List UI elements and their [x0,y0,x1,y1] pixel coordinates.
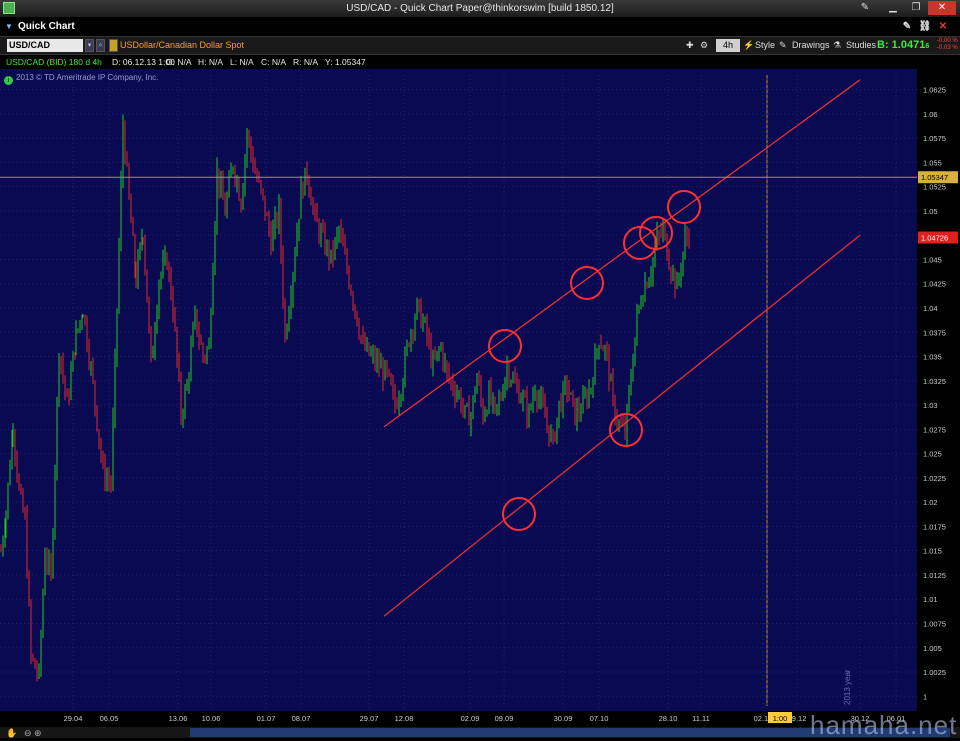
symbol-dropdown-icon[interactable]: ▾ [85,39,94,52]
drawings-icon[interactable]: ✎ [779,39,787,53]
app-header: ▼ Quick Chart ✎ ⛓ ✕ [0,17,960,37]
price-tick-label: 1.0125 [923,571,946,580]
window-title-bar: USD/CAD - Quick Chart Paper@thinkorswim … [0,0,960,17]
minimize-icon[interactable]: ▁ [883,1,903,15]
price-tick-label: 1.0625 [923,86,946,95]
crosshair-price-label: 1.05347 [921,173,948,182]
time-tick-label: 09.09 [495,714,514,723]
bid-price: B: 1.04716 [877,38,929,54]
price-tick-label: 1.0425 [923,280,946,289]
symbol-description: USDollar/Canadian Dollar Spot [120,40,245,50]
info-y: Y: 1.05347 [325,57,366,67]
price-tick-label: 1.04 [923,304,938,313]
time-tick-label: 08.07 [292,714,311,723]
price-tick-label: 1 [923,692,927,701]
studies-menu-label[interactable]: Studies [846,39,876,53]
price-chart[interactable]: 2013 year 1.06251.061.05751.0551.05251.0… [0,69,960,738]
net-change-1: -0.00 % [937,38,958,44]
last-price-label: 1.04726 [921,234,948,243]
time-tick-label: 28.10 [659,714,678,723]
price-tick-label: 1.055 [923,158,942,167]
watermark: hamaha.net [810,710,958,740]
info-low: L: N/A [230,57,254,67]
price-tick-label: 1.0525 [923,183,946,192]
symbol-lookup-icon[interactable]: ⌕ [96,39,105,52]
time-tick-label: 06.05 [100,714,119,723]
study-label[interactable]: USD/CAD (BID) 180 d 4h [6,55,102,69]
bid-price-value: B: 1.0471 [877,39,926,51]
year-marker-label: 2013 year [843,669,852,705]
drag-hand-icon[interactable]: ✋ [6,727,17,738]
crosshair-tool-icon[interactable]: ✚ [686,39,694,53]
time-tick-label: 29.07 [360,714,379,723]
copyright-notice: i 2013 © TD Ameritrade IP Company, Inc. [4,73,158,85]
time-tick-label: 07.10 [590,714,609,723]
crosshair-time-label: 1:00 [773,714,788,723]
info-range: R: N/A [293,57,319,67]
time-tick-label: 29.04 [64,714,83,723]
chart-toolbar: USD/CAD ▾ ⌕ USDollar/Canadian Dollar Spo… [0,37,960,55]
time-tick-label: 01.07 [257,714,276,723]
price-tick-label: 1.015 [923,547,942,556]
price-tick-label: 1.0575 [923,134,946,143]
style-icon[interactable]: ⚡ [743,39,754,53]
pin-icon[interactable]: ✎ [855,1,875,15]
time-tick-label: 12.08 [395,714,414,723]
link-icon[interactable]: ⛓ [918,20,932,33]
info-close: C: N/A [261,57,287,67]
symbol-info-icon[interactable] [109,39,118,52]
price-tick-label: 1.03 [923,401,938,410]
wrench-settings-icon[interactable]: ⚙ [700,39,708,53]
app-header-label: Quick Chart [18,21,75,32]
style-menu-label[interactable]: Style [755,39,775,53]
net-change: -0.00 % -0.03 % [937,38,958,52]
info-open: O: N/A [166,57,192,67]
price-tick-label: 1.0225 [923,474,946,483]
info-high: H: N/A [198,57,224,67]
time-tick-label: 10.06 [202,714,221,723]
price-tick-label: 1.025 [923,450,942,459]
restore-icon[interactable]: ❐ [906,1,926,15]
net-change-2: -0.03 % [937,45,958,51]
price-tick-label: 1.01 [923,595,938,604]
time-tick-label: 13.06 [169,714,188,723]
app-logo-icon [3,2,15,14]
price-tick-label: 1.0075 [923,619,946,628]
zoom-out-icon[interactable]: ⊖ [24,728,32,738]
price-tick-label: 1.0175 [923,522,946,531]
symbol-input[interactable]: USD/CAD [7,39,83,52]
close-icon[interactable]: ✕ [928,1,956,15]
drawings-menu-label[interactable]: Drawings [792,39,830,53]
price-tick-label: 1.0275 [923,425,946,434]
price-tick-label: 1.06 [923,110,938,119]
collapse-chevron-icon[interactable]: ▼ [5,17,13,37]
time-tick-label: 11.11 [692,714,710,723]
price-tick-label: 1.02 [923,498,938,507]
time-tick-label: 30.09 [554,714,573,723]
pin-button-icon[interactable]: ✎ [900,20,914,33]
price-tick-label: 1.0025 [923,668,946,677]
chart-info-bar: USD/CAD (BID) 180 d 4h D: 06.12.13 1:00 … [0,55,920,69]
price-tick-label: 1.05 [923,207,938,216]
timeframe-selector[interactable]: 4h [716,39,740,52]
studies-icon[interactable]: ⚗ [833,39,841,53]
price-tick-label: 1.0325 [923,377,946,386]
price-tick-label: 1.045 [923,255,942,264]
window-title: USD/CAD - Quick Chart Paper@thinkorswim … [346,3,614,14]
bid-price-suffix: 6 [925,43,930,50]
price-tick-label: 1.005 [923,644,942,653]
time-tick-label: 02.09 [461,714,480,723]
price-tick-label: 1.035 [923,353,942,362]
info-circle-icon[interactable]: i [4,76,13,85]
panel-close-icon[interactable]: ✕ [936,20,950,33]
zoom-in-icon[interactable]: ⊕ [34,728,42,738]
copyright-text: 2013 © TD Ameritrade IP Company, Inc. [16,73,159,82]
price-tick-label: 1.0375 [923,328,946,337]
